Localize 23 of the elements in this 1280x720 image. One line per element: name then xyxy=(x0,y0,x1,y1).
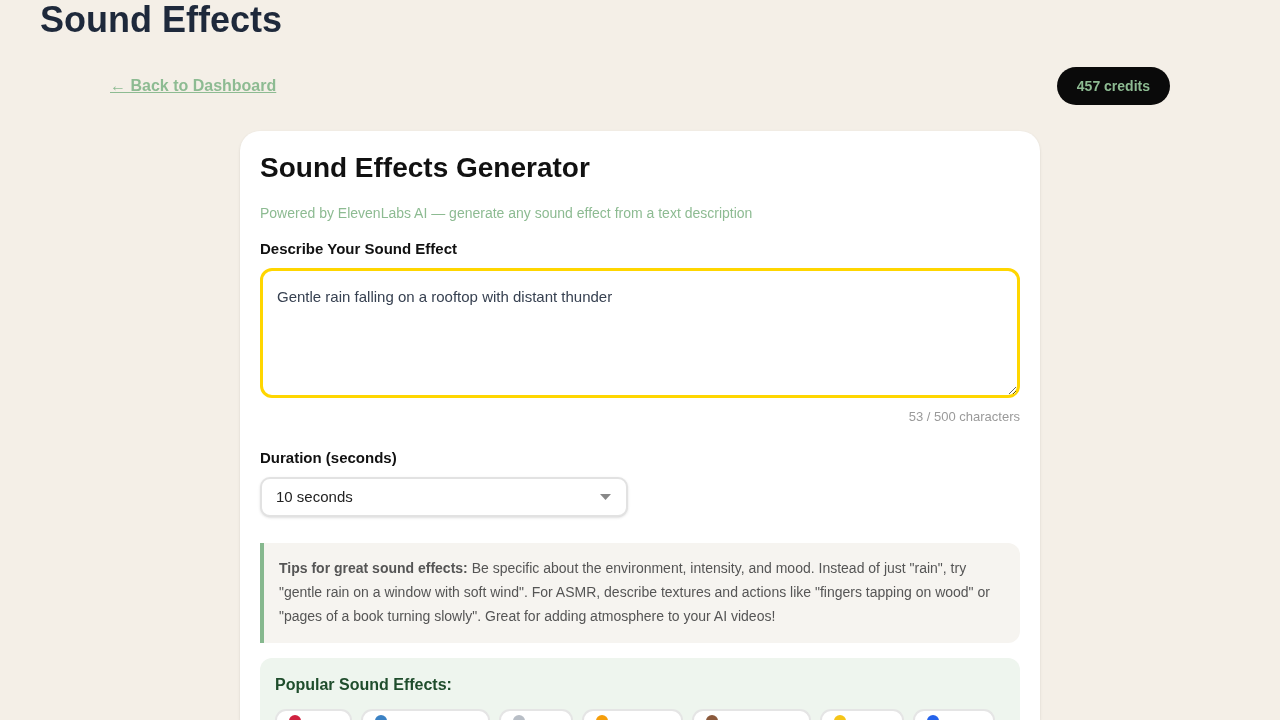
page-title: Sound Effects xyxy=(40,0,282,40)
sound-chip[interactable] xyxy=(913,709,995,720)
emoji-icon xyxy=(834,715,846,720)
credits-badge: 457 credits xyxy=(1056,67,1170,105)
emoji-icon xyxy=(513,715,525,720)
character-counter: 53 / 500 characters xyxy=(908,408,1020,426)
emoji-icon xyxy=(596,715,608,720)
emoji-icon xyxy=(289,715,301,720)
generator-title: Sound Effects Generator xyxy=(260,151,590,185)
duration-label: Duration (seconds) xyxy=(260,448,397,468)
emoji-icon xyxy=(706,715,718,720)
popular-effects-title: Popular Sound Effects: xyxy=(275,675,452,695)
sound-chip[interactable] xyxy=(361,709,490,720)
duration-select[interactable]: 10 seconds xyxy=(260,477,628,517)
caret-icon xyxy=(600,494,611,500)
sound-chip[interactable] xyxy=(692,709,811,720)
description-label: Describe Your Sound Effect xyxy=(260,239,457,259)
description-field[interactable]: Gentle rain falling on a rooftop with distant thunder xyxy=(260,268,1020,398)
emoji-icon xyxy=(375,715,387,720)
sound-chip[interactable] xyxy=(275,709,352,720)
tips-text: Tips for great sound effects: Be specific about the environment, intensity, and mood. Instead of just "rain", try "gentle rain on a window with soft wind". For ASMR, describe textures and actions like "fingers tapping on wood" or "pages of a book turning slowly". Great for adding atmosphere to your AI videos! xyxy=(279,559,991,626)
generator-subtitle: Powered by ElevenLabs AI — generate any sound effect from a text description xyxy=(260,204,753,223)
emoji-icon xyxy=(927,715,939,720)
